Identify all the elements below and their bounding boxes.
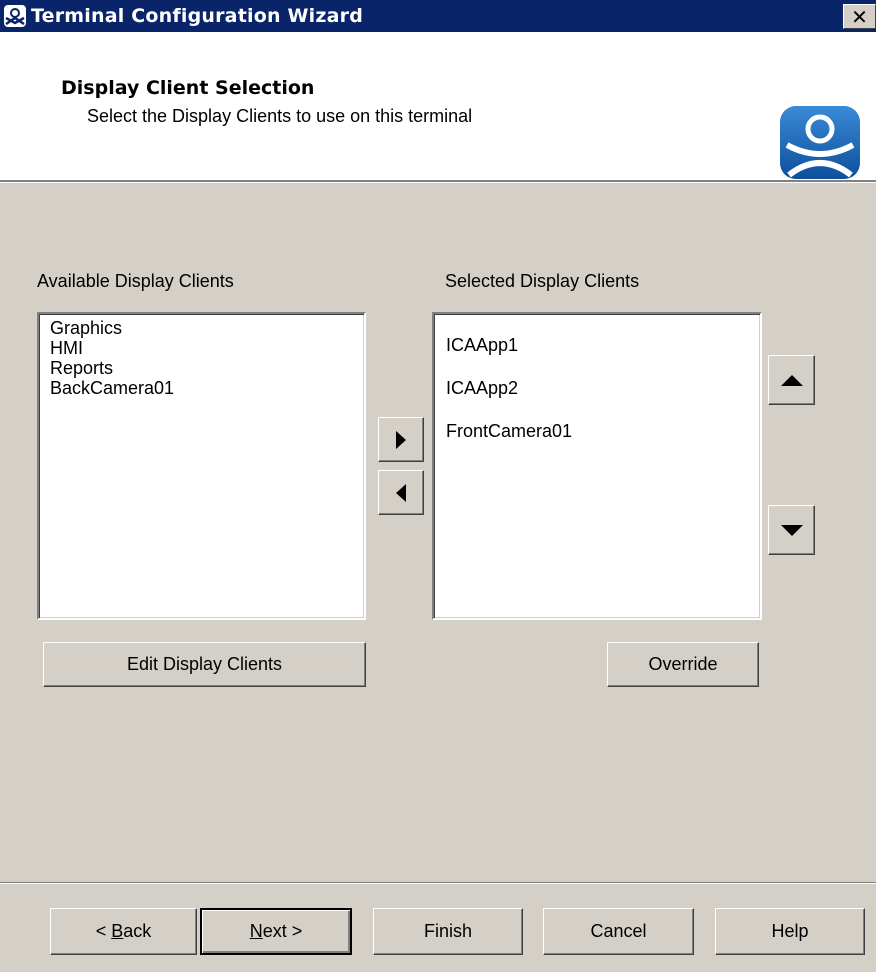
arrow-down-icon bbox=[780, 524, 803, 536]
list-item[interactable]: ICAApp1 bbox=[446, 323, 760, 366]
help-label: Help bbox=[771, 921, 809, 941]
move-down-button[interactable] bbox=[768, 505, 815, 555]
footer-divider bbox=[0, 882, 876, 884]
thinmanager-icon bbox=[4, 5, 26, 27]
edit-display-clients-button[interactable]: Edit Display Clients bbox=[43, 642, 366, 687]
list-item[interactable]: BackCamera01 bbox=[50, 378, 364, 398]
selected-list[interactable]: ICAApp1 ICAApp2 FrontCamera01 bbox=[432, 312, 762, 620]
title-bar: Terminal Configuration Wizard ✕ bbox=[0, 0, 876, 32]
list-item[interactable]: HMI bbox=[50, 338, 364, 358]
edit-display-clients-label: Edit Display Clients bbox=[126, 654, 283, 674]
arrow-left-icon bbox=[396, 483, 406, 502]
available-label: Available Display Clients bbox=[37, 271, 234, 291]
override-label: Override bbox=[648, 654, 718, 674]
next-button[interactable]: Next > bbox=[200, 908, 352, 955]
next-label: Next > bbox=[249, 921, 303, 941]
list-item[interactable]: Reports bbox=[50, 358, 364, 378]
window-title: Terminal Configuration Wizard bbox=[31, 5, 364, 27]
close-button[interactable]: ✕ bbox=[843, 4, 876, 29]
back-button[interactable]: < Back bbox=[50, 908, 197, 955]
list-item[interactable]: ICAApp2 bbox=[446, 366, 760, 409]
override-button[interactable]: Override bbox=[607, 642, 759, 687]
thinmanager-logo-icon bbox=[780, 106, 860, 179]
arrow-up-icon bbox=[780, 374, 803, 386]
selected-label: Selected Display Clients bbox=[445, 271, 640, 291]
back-label: < Back bbox=[95, 921, 152, 941]
finish-button[interactable]: Finish bbox=[373, 908, 523, 955]
help-button[interactable]: Help bbox=[715, 908, 865, 955]
page-subtitle: Select the Display Clients to use on thi… bbox=[87, 106, 473, 126]
add-button[interactable] bbox=[378, 417, 424, 462]
list-item[interactable]: Graphics bbox=[50, 318, 364, 338]
cancel-label: Cancel bbox=[590, 921, 647, 941]
cancel-button[interactable]: Cancel bbox=[543, 908, 694, 955]
close-icon: ✕ bbox=[851, 5, 868, 29]
wizard-header: Display Client Selection Select the Disp… bbox=[0, 32, 876, 183]
move-up-button[interactable] bbox=[768, 355, 815, 405]
arrow-right-icon bbox=[396, 430, 406, 449]
finish-label: Finish bbox=[423, 921, 472, 941]
list-item[interactable]: FrontCamera01 bbox=[446, 409, 760, 452]
page-title: Display Client Selection bbox=[61, 77, 315, 99]
remove-button[interactable] bbox=[378, 470, 424, 515]
available-list[interactable]: Graphics HMI Reports BackCamera01 bbox=[37, 312, 366, 620]
